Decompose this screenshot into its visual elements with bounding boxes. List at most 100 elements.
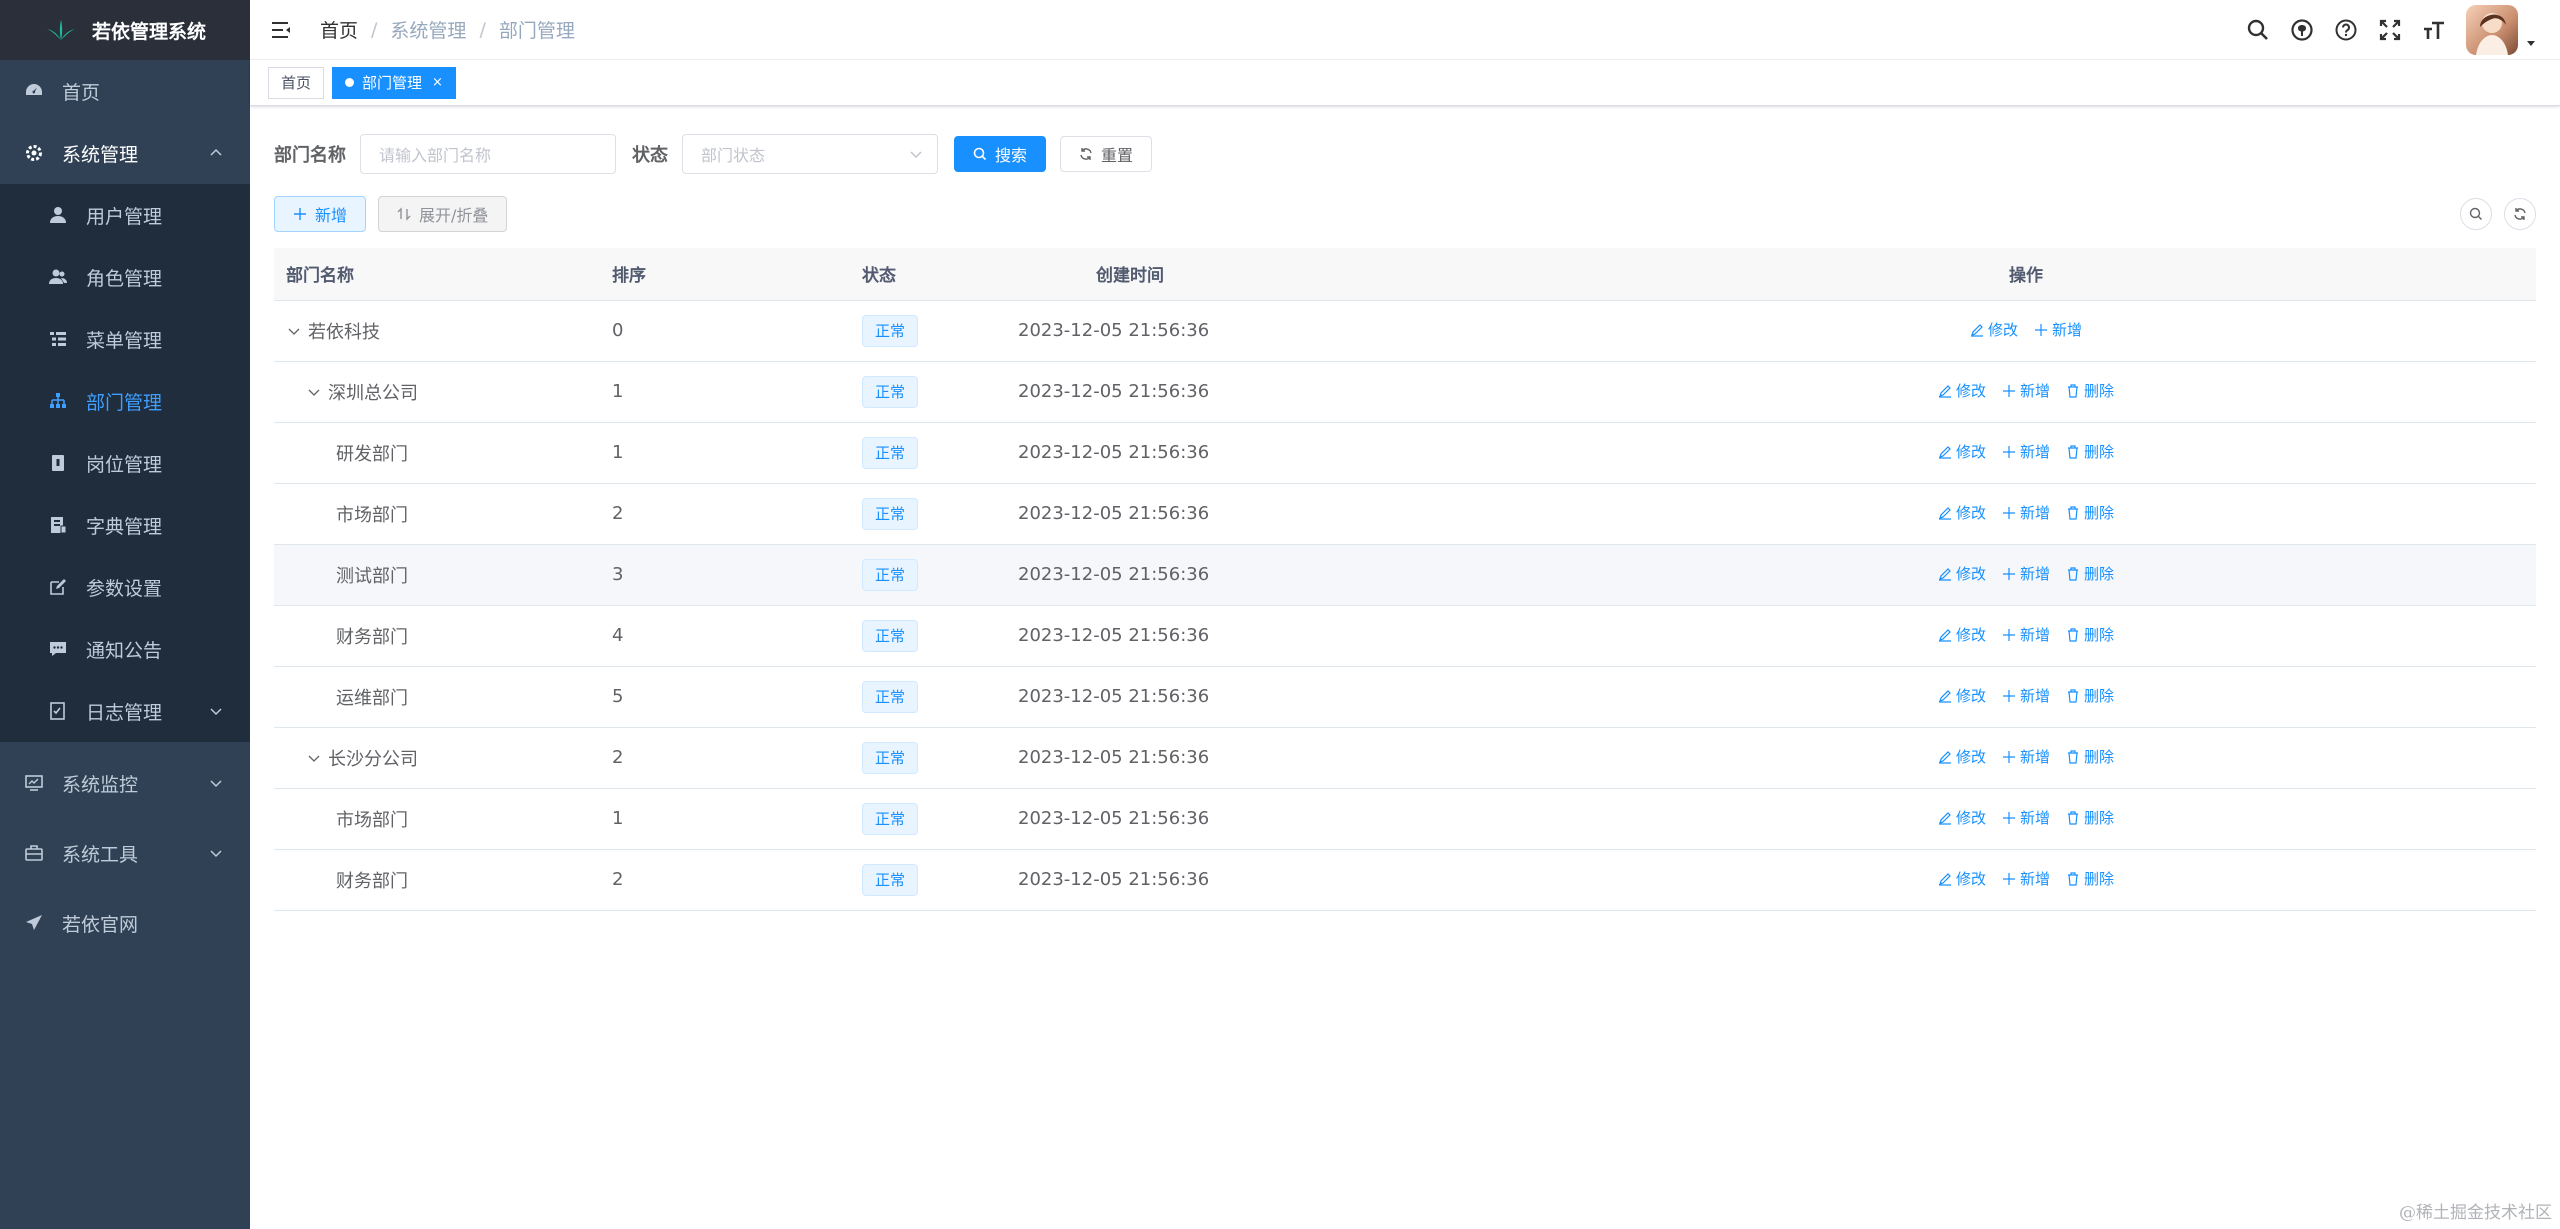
add-button[interactable]: 新增 [274,196,367,232]
add-child-button[interactable]: 新增 [2002,441,2050,462]
search-button[interactable]: 搜索 [954,136,1047,172]
sidebar-item-label: 若依官网 [62,913,139,936]
edit-button[interactable]: 修改 [1938,746,1986,767]
search-form: 部门名称 请输入部门名称 状态 部门状态 搜索 重置 [274,106,2536,192]
delete-button[interactable]: 删除 [2066,502,2114,523]
edit-button[interactable]: 修改 [1938,868,1986,889]
op-label: 修改 [1955,443,1986,462]
chevron-down-icon[interactable] [306,750,322,766]
toggle-search-button[interactable] [2460,198,2492,230]
status-badge: 正常 [862,741,919,774]
gear-icon [24,143,44,163]
plus-icon [294,208,306,220]
sidebar-item-menus[interactable]: 菜单管理 [0,308,250,370]
tag-departments[interactable]: 部门管理 × [332,66,456,99]
op-label: 新增 [2019,443,2050,462]
refresh-button[interactable] [2504,198,2536,230]
cell-created: 2023-12-05 21:56:36 [1006,727,1516,789]
chevron-down-icon[interactable] [286,323,302,339]
fullscreen-icon[interactable] [2378,18,2402,42]
expand-collapse-button[interactable]: 展开/折叠 [378,196,508,232]
right-menu [2246,0,2536,60]
delete-button[interactable]: 删除 [2066,563,2114,584]
status-select[interactable]: 部门状态 [682,134,938,174]
sidebar-item-label: 首页 [62,81,101,104]
cell-sort: 3 [600,544,850,606]
edit-button[interactable]: 修改 [1938,563,1986,584]
delete-icon [2066,872,2080,886]
sidebar-item-system[interactable]: 系统管理 [0,122,250,184]
sidebar-item-config[interactable]: 参数设置 [0,556,250,618]
logo[interactable]: 若依管理系统 [0,0,250,60]
dept-name: 运维部门 [336,687,408,709]
sidebar-item-users[interactable]: 用户管理 [0,184,250,246]
add-child-button[interactable]: 新增 [2002,868,2050,889]
status-badge: 正常 [862,802,919,835]
add-child-button[interactable]: 新增 [2002,380,2050,401]
hamburger-icon[interactable] [270,19,292,41]
reset-button-label: 重置 [1101,146,1134,165]
caret-down-icon[interactable] [2526,38,2536,48]
status-badge: 正常 [862,680,919,713]
github-icon[interactable] [2290,18,2314,42]
sidebar-item-monitor[interactable]: 系统监控 [0,752,250,814]
delete-button[interactable]: 删除 [2066,380,2114,401]
edit-button[interactable]: 修改 [1938,685,1986,706]
cell-status: 正常 [850,361,1006,423]
delete-button[interactable]: 删除 [2066,868,2114,889]
add-child-button[interactable]: 新增 [2002,502,2050,523]
sidebar-item-departments[interactable]: 部门管理 [0,370,250,432]
sidebar-item-label: 用户管理 [86,205,163,228]
status-placeholder: 部门状态 [701,146,766,165]
logo-icon [46,20,75,40]
edit-button[interactable]: 修改 [1938,502,1986,523]
edit-button[interactable]: 修改 [1938,807,1986,828]
add-child-button[interactable]: 新增 [2002,624,2050,645]
delete-button[interactable]: 删除 [2066,746,2114,767]
close-icon[interactable]: × [432,68,443,98]
add-child-button[interactable]: 新增 [2002,746,2050,767]
edit-button[interactable]: 修改 [1938,380,1986,401]
op-label: 修改 [1955,748,1986,767]
op-label: 删除 [2084,565,2115,584]
tag-home[interactable]: 首页 [268,66,325,99]
search-icon[interactable] [2246,18,2270,42]
delete-button[interactable]: 删除 [2066,441,2114,462]
sidebar-item-home[interactable]: 首页 [0,60,250,122]
cell-actions: 修改 新增 删除 [1516,727,2536,789]
font-size-icon[interactable] [2422,18,2446,42]
dept-name-input[interactable]: 请输入部门名称 [360,134,616,174]
delete-button[interactable]: 删除 [2066,624,2114,645]
delete-button[interactable]: 删除 [2066,685,2114,706]
edit-button[interactable]: 修改 [1938,624,1986,645]
edit-button[interactable]: 修改 [1938,441,1986,462]
sidebar-item-website[interactable]: 若依官网 [0,892,250,954]
sidebar-item-dicts[interactable]: 字典管理 [0,494,250,556]
cell-status: 正常 [850,849,1006,911]
sidebar-item-tools[interactable]: 系统工具 [0,822,250,884]
breadcrumb-separator: / [371,18,378,41]
edit-button[interactable]: 修改 [1970,319,2018,340]
delete-button[interactable]: 删除 [2066,807,2114,828]
help-icon[interactable] [2334,18,2358,42]
sidebar-item-roles[interactable]: 角色管理 [0,246,250,308]
op-label: 新增 [2019,809,2050,828]
cell-created: 2023-12-05 21:56:36 [1006,300,1516,362]
cell-status: 正常 [850,544,1006,606]
chevron-down-icon[interactable] [306,384,322,400]
breadcrumb-home[interactable]: 首页 [320,16,358,43]
sidebar-item-logs[interactable]: 日志管理 [0,680,250,742]
cell-name: 研发部门 [274,422,600,484]
avatar[interactable] [2466,5,2518,55]
cell-actions: 修改 新增 删除 [1516,361,2536,423]
add-child-button[interactable]: 新增 [2002,807,2050,828]
sidebar-item-posts[interactable]: 岗位管理 [0,432,250,494]
cell-name: 深圳总公司 [274,361,600,423]
reset-button[interactable]: 重置 [1060,136,1153,172]
sidebar-item-notices[interactable]: 通知公告 [0,618,250,680]
dept-name-label: 部门名称 [274,145,346,166]
add-child-button[interactable]: 新增 [2002,685,2050,706]
add-child-button[interactable]: 新增 [2002,563,2050,584]
add-child-button[interactable]: 新增 [2034,319,2082,340]
dept-name: 财务部门 [336,626,408,648]
